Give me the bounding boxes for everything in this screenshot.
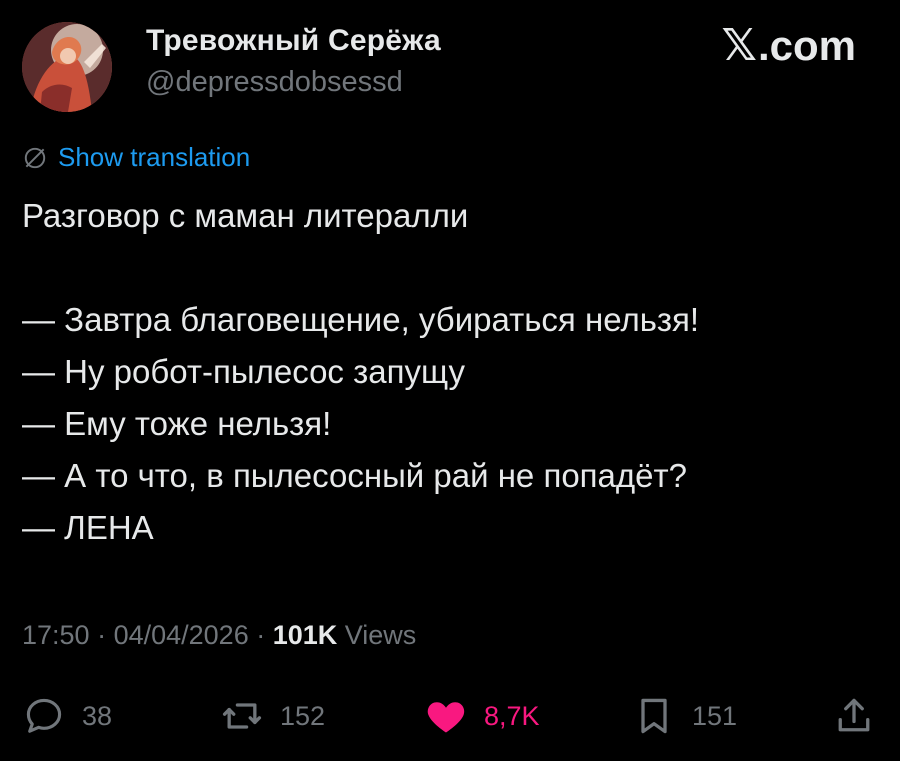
show-translation-button[interactable]: Show translation xyxy=(22,142,250,173)
avatar[interactable] xyxy=(22,22,112,112)
views-label: Views xyxy=(337,620,417,650)
share-icon xyxy=(838,698,870,732)
bookmark-button[interactable]: 151 xyxy=(632,694,737,738)
tweet-date[interactable]: 04/04/2026 xyxy=(114,620,249,650)
bookmark-count: 151 xyxy=(692,700,738,731)
x-logo-icon: 𝕏 xyxy=(721,21,757,70)
repost-icon xyxy=(222,703,262,729)
bookmark-icon xyxy=(641,698,667,734)
author-handle[interactable]: @depressdobsessd xyxy=(146,66,403,99)
repost-button[interactable]: 152 xyxy=(220,694,325,738)
reply-icon xyxy=(26,698,62,733)
tweet-line: — ЛЕНА xyxy=(22,509,154,546)
reply-count: 38 xyxy=(82,700,113,731)
tweet-actions: 38 152 8,7K 151 xyxy=(22,694,876,738)
tweet-time[interactable]: 17:50 xyxy=(22,620,90,650)
repost-count: 152 xyxy=(280,700,326,731)
tweet-line: — Завтра благовещение, убираться нельзя! xyxy=(22,301,700,338)
author-display-name[interactable]: Тревожный Серёжа xyxy=(146,24,441,58)
meta-separator: · xyxy=(89,620,114,650)
tweet-text: Разговор с маман литералли — Завтра благ… xyxy=(22,190,860,554)
views-count: 101K xyxy=(272,620,338,650)
tweet-line: — Ему тоже нельзя! xyxy=(22,405,332,442)
tweet-meta: 17:50 · 04/04/2026 · 101K Views xyxy=(22,620,416,651)
avatar-image xyxy=(22,22,112,112)
reply-button[interactable]: 38 xyxy=(22,694,112,738)
meta-separator: · xyxy=(248,620,273,650)
brand-domain: .com xyxy=(757,21,856,69)
like-count: 8,7K xyxy=(484,700,540,731)
share-button[interactable] xyxy=(832,694,876,738)
globe-icon xyxy=(24,147,46,168)
x-brand-logo: 𝕏 .com xyxy=(722,20,856,71)
tweet-line: — Ну робот-пылесос запущу xyxy=(22,353,465,390)
heart-icon xyxy=(427,702,465,733)
tweet-line: Разговор с маман литералли xyxy=(22,197,469,234)
like-button[interactable]: 8,7K xyxy=(424,694,540,738)
show-translation-label[interactable]: Show translation xyxy=(58,142,250,173)
tweet-line: — А то что, в пылесосный рай не попадёт? xyxy=(22,457,687,494)
